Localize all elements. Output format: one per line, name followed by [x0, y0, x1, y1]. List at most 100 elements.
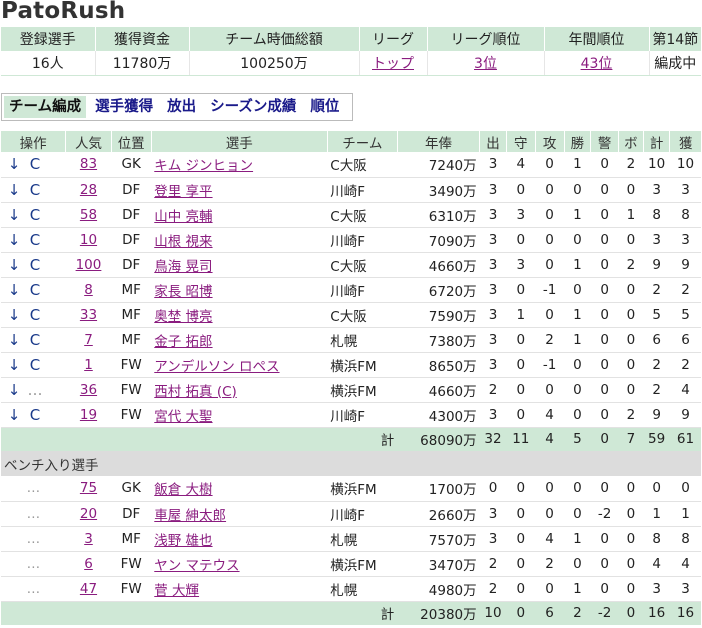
- summary-header-annual-rank: 年間順位: [544, 27, 650, 51]
- popularity-link[interactable]: 20: [80, 506, 97, 522]
- stat-attack: 0: [535, 476, 564, 502]
- popularity-link[interactable]: 58: [80, 207, 97, 223]
- stat-attack: 0: [535, 377, 564, 403]
- popularity-link[interactable]: 6: [84, 556, 93, 572]
- captain-button[interactable]: C: [24, 306, 46, 324]
- player-link[interactable]: 西村 拓真 (C): [154, 384, 237, 400]
- captain-button[interactable]: C: [24, 206, 46, 224]
- popularity-link[interactable]: 3: [84, 531, 93, 547]
- summary-header-players: 登録選手: [1, 27, 96, 51]
- stat-appear: 3: [479, 177, 507, 203]
- annual-rank-link[interactable]: 43位: [581, 56, 613, 72]
- player-link[interactable]: 浅野 雄也: [154, 533, 212, 549]
- popularity-link[interactable]: 47: [80, 581, 97, 597]
- stat-appear: 3: [479, 402, 507, 428]
- salary-cell: 7380万: [397, 327, 480, 353]
- league-rank-link[interactable]: 3位: [474, 56, 497, 72]
- ops-cell: ↓…: [1, 377, 66, 403]
- player-link[interactable]: 鳥海 晃司: [154, 259, 212, 275]
- tab-team-formation[interactable]: チーム編成: [4, 96, 87, 118]
- more-icon[interactable]: …: [24, 381, 46, 399]
- move-down-arrow-icon[interactable]: ↓: [4, 406, 24, 424]
- popularity-cell: 20: [65, 501, 112, 527]
- captain-button[interactable]: C: [24, 181, 46, 199]
- tab-player-acquisition[interactable]: 選手獲得: [88, 94, 160, 120]
- player-link[interactable]: 車屋 紳太郎: [154, 508, 226, 524]
- captain-button[interactable]: C: [24, 155, 46, 173]
- salary-cell: 3470万: [397, 551, 480, 577]
- ops-cell: …: [1, 576, 66, 602]
- player-link[interactable]: ヤン マテウス: [154, 558, 239, 574]
- more-icon[interactable]: …: [27, 531, 41, 547]
- move-down-arrow-icon[interactable]: ↓: [4, 256, 24, 274]
- tab-season-stats[interactable]: シーズン成績: [203, 94, 303, 120]
- move-down-arrow-icon[interactable]: ↓: [4, 356, 24, 374]
- stat-warning: 0: [590, 551, 619, 577]
- league-link[interactable]: トップ: [372, 56, 414, 72]
- popularity-link[interactable]: 83: [80, 156, 97, 172]
- player-link[interactable]: 飯倉 大樹: [154, 482, 212, 498]
- player-link[interactable]: アンデルソン ロペス: [154, 359, 279, 375]
- salary-cell: 7570万: [397, 526, 480, 552]
- captain-button[interactable]: C: [24, 406, 46, 424]
- captain-button[interactable]: C: [24, 231, 46, 249]
- player-link[interactable]: 宮代 大聖: [154, 409, 212, 425]
- captain-button[interactable]: C: [24, 256, 46, 274]
- stat-earned: 61: [669, 427, 701, 451]
- move-down-arrow-icon[interactable]: ↓: [4, 331, 24, 349]
- more-icon[interactable]: …: [27, 581, 41, 597]
- captain-button[interactable]: C: [24, 281, 46, 299]
- popularity-link[interactable]: 33: [80, 307, 97, 323]
- popularity-link[interactable]: 75: [80, 480, 97, 496]
- position-cell: MF: [111, 526, 152, 552]
- team-cell: C大阪: [327, 252, 398, 278]
- move-down-arrow-icon[interactable]: ↓: [4, 381, 24, 399]
- popularity-link[interactable]: 8: [84, 282, 93, 298]
- popularity-link[interactable]: 28: [80, 182, 97, 198]
- player-link[interactable]: 菅 大輝: [154, 583, 199, 599]
- player-link[interactable]: 奥埜 博亮: [154, 309, 212, 325]
- more-icon[interactable]: …: [27, 506, 41, 522]
- player-link[interactable]: キム ジンヒョン: [154, 158, 253, 174]
- popularity-link[interactable]: 10: [80, 232, 97, 248]
- table-row: ↓… 36 FW 西村 拓真 (C) 横浜FM 4660万 20000024: [1, 377, 701, 403]
- tab-release[interactable]: 放出: [160, 94, 203, 120]
- player-link[interactable]: 山中 亮輔: [154, 209, 212, 225]
- stat-total: 3: [643, 576, 670, 602]
- total-label: 計: [1, 427, 398, 451]
- popularity-link[interactable]: 7: [84, 332, 93, 348]
- tab-standings[interactable]: 順位: [303, 94, 346, 120]
- move-down-arrow-icon[interactable]: ↓: [4, 206, 24, 224]
- popularity-link[interactable]: 1: [84, 357, 93, 373]
- move-down-arrow-icon[interactable]: ↓: [4, 281, 24, 299]
- popularity-link[interactable]: 36: [80, 382, 97, 398]
- popularity-link[interactable]: 100: [76, 257, 102, 273]
- team-cell: C大阪: [327, 302, 398, 328]
- stat-earned: 3: [669, 576, 701, 602]
- salary-cell: 4660万: [397, 252, 480, 278]
- stat-win: 0: [564, 227, 591, 253]
- captain-button[interactable]: C: [24, 356, 46, 374]
- popularity-link[interactable]: 19: [80, 407, 97, 423]
- more-icon[interactable]: …: [27, 480, 41, 496]
- player-link[interactable]: 家長 昭博: [154, 284, 212, 300]
- move-down-arrow-icon[interactable]: ↓: [4, 306, 24, 324]
- stat-defense: 0: [506, 576, 536, 602]
- stat-warning: 0: [590, 302, 619, 328]
- summary-header-league-rank: リーグ順位: [427, 27, 545, 51]
- player-link[interactable]: 登里 享平: [154, 184, 212, 200]
- team-cell: 川崎F: [327, 177, 398, 203]
- app-title: PatoRush: [1, 0, 126, 24]
- more-icon[interactable]: …: [27, 556, 41, 572]
- player-link[interactable]: 金子 拓郎: [154, 334, 212, 350]
- stat-attack: 0: [535, 202, 564, 228]
- move-down-arrow-icon[interactable]: ↓: [4, 231, 24, 249]
- move-down-arrow-icon[interactable]: ↓: [4, 181, 24, 199]
- captain-button[interactable]: C: [24, 331, 46, 349]
- summary-league-cell: トップ: [359, 51, 428, 76]
- player-link[interactable]: 山根 視来: [154, 234, 212, 250]
- summary-header-round: 第14節: [649, 27, 701, 51]
- stat-win: 1: [564, 202, 591, 228]
- move-down-arrow-icon[interactable]: ↓: [4, 155, 24, 173]
- table-row: ↓ C 83 GK キム ジンヒョン C大阪 7240万 3 4 0 1 0 2 10 10: [1, 152, 701, 178]
